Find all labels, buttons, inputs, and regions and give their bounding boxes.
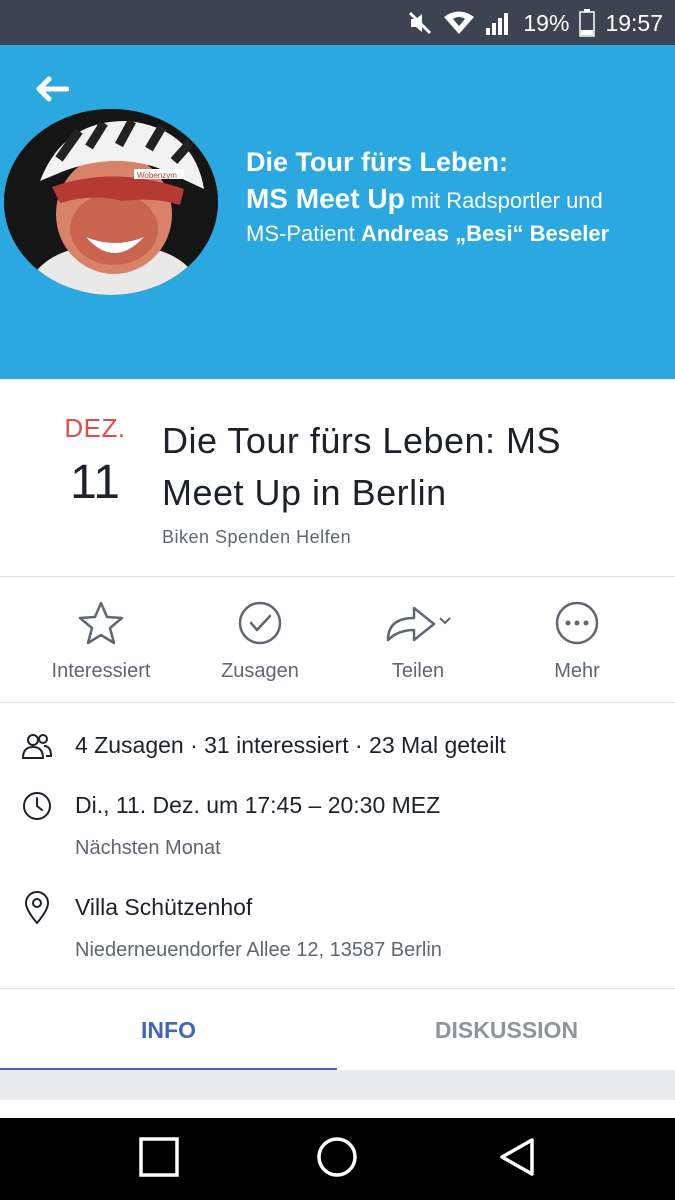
clock-icon — [20, 789, 54, 823]
event-location[interactable]: Villa Schützenhof — [75, 894, 252, 921]
back-button[interactable] — [30, 73, 74, 109]
check-circle-icon — [180, 598, 340, 648]
cover-image: Wobenzym Die Tour fürs Leben: MS Meet Up… — [0, 45, 675, 379]
cover-subline: MS Meet Up mit Radsportler und — [246, 181, 666, 219]
location-pin-icon — [20, 891, 54, 925]
recent-apps-button[interactable] — [134, 1136, 184, 1182]
interested-button[interactable]: Interessiert — [21, 598, 181, 683]
cover-text: Die Tour fürs Leben: MS Meet Up mit Rads… — [246, 143, 666, 249]
event-header: DEZ. 11 Die Tour fürs Leben: MS Meet Up … — [0, 379, 675, 577]
back-nav-button[interactable] — [492, 1136, 542, 1182]
going-button[interactable]: Zusagen — [180, 598, 340, 683]
attendance-summary[interactable]: 4 Zusagen · 31 interessiert · 23 Mal get… — [75, 732, 506, 759]
more-button[interactable]: Mehr — [497, 598, 657, 683]
event-month: DEZ. — [64, 413, 126, 443]
square-icon — [138, 1136, 180, 1183]
tab-info[interactable]: INFO — [0, 989, 337, 1071]
people-icon — [20, 729, 54, 763]
star-icon — [21, 598, 181, 648]
going-label: Zusagen — [221, 660, 299, 682]
cover-subline-rest: mit Radsportler und — [404, 188, 603, 213]
event-day: 11 — [70, 456, 120, 509]
battery-icon — [579, 9, 596, 37]
triangle-back-icon — [496, 1136, 538, 1183]
cyclist-portrait: Wobenzym — [4, 109, 218, 295]
event-details: 4 Zusagen · 31 interessiert · 23 Mal get… — [0, 703, 675, 988]
home-button[interactable] — [312, 1136, 362, 1182]
svg-text:Wobenzym: Wobenzym — [137, 171, 177, 180]
wifi-icon — [443, 10, 475, 36]
event-relative-date: Nächsten Monat — [75, 837, 221, 859]
event-host[interactable]: Biken Spenden Helfen — [162, 527, 351, 548]
mute-icon — [407, 10, 433, 36]
tab-discussion[interactable]: DISKUSSION — [338, 989, 675, 1071]
cover-patient-prefix: MS-Patient — [246, 221, 361, 246]
system-nav-bar — [0, 1118, 675, 1200]
cover-patient-name: Andreas „Besi“ Beseler — [360, 221, 610, 246]
signal-icon — [485, 10, 513, 36]
back-arrow-icon — [35, 76, 70, 107]
status-bar: 19% 19:57 — [0, 0, 675, 45]
cover-subline-bold: MS Meet Up — [246, 183, 405, 214]
action-bar: Interessiert Zusagen Teilen Mehr — [0, 578, 675, 703]
event-title: Die Tour fürs Leben: MS Meet Up in Berli… — [162, 420, 562, 513]
circle-icon — [315, 1135, 359, 1184]
content-start — [0, 1100, 675, 1118]
cover-patient-line: MS-Patient Andreas „Besi“ Beseler — [246, 219, 666, 249]
more-icon — [497, 598, 657, 648]
event-address[interactable]: Niederneuendorfer Allee 12, 13587 Berlin — [75, 939, 442, 962]
event-datetime[interactable]: Di., 11. Dez. um 17:45 – 20:30 MEZ — [75, 792, 440, 819]
share-label: Teilen — [391, 660, 445, 682]
interested-label: Interessiert — [51, 660, 151, 682]
more-label: Mehr — [554, 660, 600, 682]
tab-bar: INFO DISKUSSION — [0, 988, 675, 1071]
section-divider — [0, 1070, 675, 1100]
battery-percent: 19% — [523, 9, 570, 36]
clock: 19:57 — [605, 9, 663, 36]
status-icons: 19% 19:57 — [407, 6, 663, 40]
cover-headline: Die Tour fürs Leben: — [246, 147, 509, 177]
share-icon — [338, 598, 498, 648]
share-button[interactable]: Teilen — [338, 598, 498, 683]
